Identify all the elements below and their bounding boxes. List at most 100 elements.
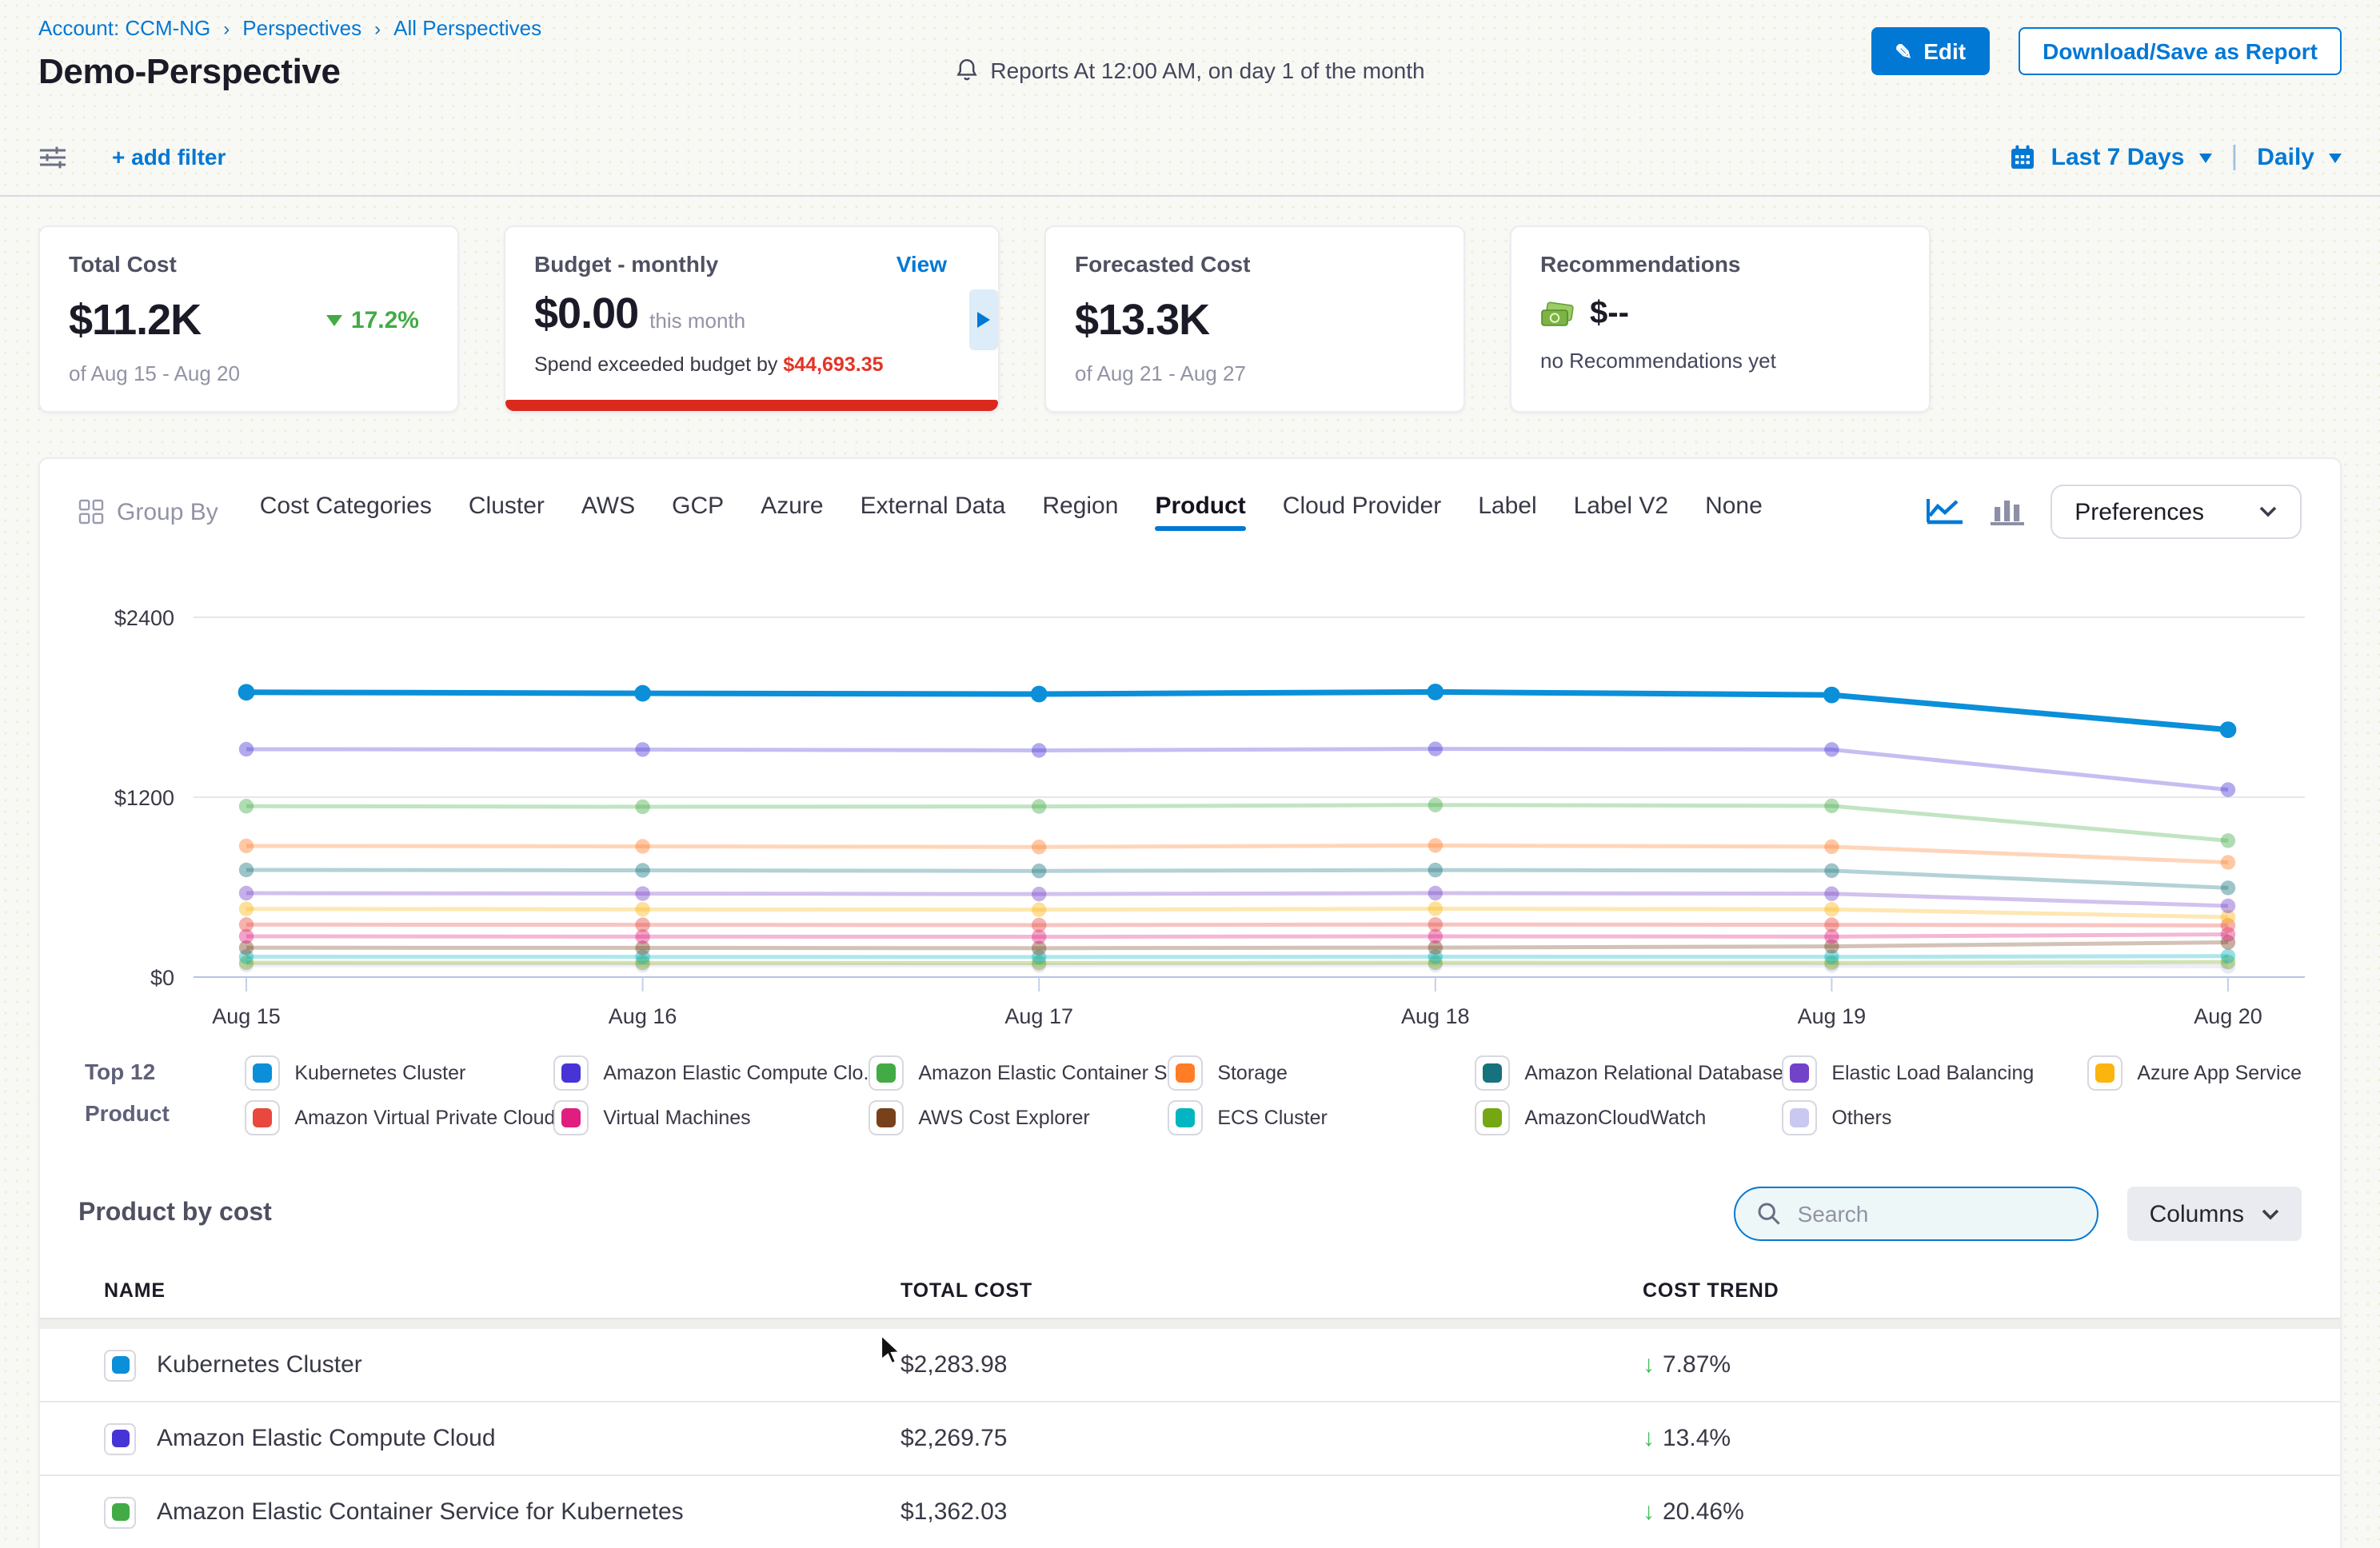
tab-none[interactable]: None [1705, 493, 1763, 531]
legend-item[interactable]: Amazon Elastic Container Se... [869, 1051, 1168, 1094]
legend-item[interactable]: AmazonCloudWatch [1475, 1095, 1782, 1139]
data-point[interactable] [2221, 899, 2235, 913]
data-point[interactable] [1032, 918, 1046, 932]
data-point[interactable] [1428, 886, 1443, 900]
data-point[interactable] [1823, 687, 1840, 704]
column-header-total-cost[interactable]: TOTAL COST [900, 1279, 1643, 1302]
breadcrumb-account-link[interactable]: Account: CCM-NG [38, 16, 210, 40]
data-point[interactable] [635, 917, 649, 932]
data-point[interactable] [1428, 863, 1443, 877]
column-header-cost-trend[interactable]: COST TREND [1643, 1279, 2340, 1302]
legend-item[interactable]: AWS Cost Explorer [869, 1095, 1168, 1139]
data-point[interactable] [635, 742, 649, 756]
data-point[interactable] [2221, 855, 2235, 869]
data-point[interactable] [239, 799, 254, 813]
data-point[interactable] [1032, 887, 1046, 901]
legend-item[interactable]: Virtual Machines [553, 1095, 869, 1139]
data-point[interactable] [635, 839, 649, 853]
legend-item[interactable]: Others [1782, 1095, 2087, 1139]
series-line[interactable] [246, 749, 2228, 790]
data-point[interactable] [1428, 917, 1443, 932]
data-point[interactable] [635, 902, 649, 916]
tab-gcp[interactable]: GCP [672, 493, 724, 531]
table-row[interactable]: Amazon Elastic Container Service for Kub… [40, 1476, 2340, 1548]
data-point[interactable] [1824, 799, 1839, 813]
series-line[interactable] [246, 965, 2228, 967]
data-point[interactable] [1824, 887, 1839, 901]
table-row[interactable]: Amazon Elastic Compute Cloud$2,269.75↓13… [40, 1402, 2340, 1476]
chevron-down-icon[interactable] [2329, 154, 2342, 163]
data-point[interactable] [1032, 902, 1046, 916]
series-line[interactable] [246, 692, 2228, 729]
legend-item[interactable]: ECS Cluster [1168, 1095, 1475, 1139]
line-chart-toggle[interactable] [1926, 497, 1964, 527]
data-point[interactable] [239, 901, 254, 916]
series-line[interactable] [246, 924, 2228, 925]
data-point[interactable] [1032, 799, 1046, 813]
tab-external-data[interactable]: External Data [861, 493, 1006, 531]
tab-region[interactable]: Region [1042, 493, 1118, 531]
cost-trend-chart[interactable]: $2400$1200$0Aug 15Aug 16Aug 17Aug 18Aug … [40, 580, 2342, 1047]
data-point[interactable] [2221, 833, 2235, 848]
legend-item[interactable]: Amazon Elastic Compute Clo... [553, 1051, 869, 1094]
data-point[interactable] [1427, 684, 1444, 700]
table-row[interactable]: Kubernetes Cluster$2,283.98↓7.87% [40, 1329, 2340, 1402]
granularity-selector[interactable]: Daily [2257, 143, 2314, 170]
series-line[interactable] [246, 956, 2228, 957]
legend-item[interactable]: Storage [1168, 1051, 1475, 1094]
data-point[interactable] [635, 800, 649, 814]
data-point[interactable] [1032, 840, 1046, 854]
data-point[interactable] [635, 863, 649, 877]
series-line[interactable] [246, 805, 2228, 841]
tab-cloud-provider[interactable]: Cloud Provider [1283, 493, 1441, 531]
preferences-dropdown[interactable]: Preferences [2051, 485, 2302, 539]
chevron-down-icon[interactable] [2198, 154, 2211, 163]
bar-chart-toggle[interactable] [1990, 497, 2025, 527]
data-point[interactable] [1428, 798, 1443, 812]
data-point[interactable] [239, 839, 254, 853]
legend-item[interactable]: Kubernetes Cluster [245, 1051, 553, 1094]
edit-button[interactable]: ✎ Edit [1871, 27, 1990, 75]
data-point[interactable] [238, 684, 255, 700]
download-save-report-button[interactable]: Download/Save as Report [2019, 27, 2342, 75]
data-point[interactable] [1428, 838, 1443, 852]
time-range-selector[interactable]: Last 7 Days [2051, 143, 2185, 170]
legend-item[interactable]: Amazon Relational Database ... [1475, 1051, 1782, 1094]
breadcrumb-all-perspectives-link[interactable]: All Perspectives [393, 16, 541, 40]
data-point[interactable] [1824, 742, 1839, 756]
legend-item[interactable]: Azure App Service [2087, 1051, 2302, 1094]
data-point[interactable] [1824, 902, 1839, 916]
series-line[interactable] [246, 870, 2228, 888]
data-point[interactable] [634, 685, 651, 702]
legend-item[interactable]: Elastic Load Balancing [1782, 1051, 2087, 1094]
data-point[interactable] [2221, 782, 2235, 796]
tab-cost-categories[interactable]: Cost Categories [260, 493, 432, 531]
legend-item[interactable]: Amazon Virtual Private Cloud [245, 1095, 553, 1139]
data-point[interactable] [239, 917, 254, 932]
column-header-name[interactable]: NAME [104, 1279, 900, 1302]
tab-label-v2[interactable]: Label V2 [1574, 493, 1668, 531]
add-filter-button[interactable]: + add filter [112, 144, 226, 170]
data-point[interactable] [2221, 880, 2235, 895]
data-point[interactable] [1824, 917, 1839, 932]
series-line[interactable] [246, 935, 2228, 937]
data-point[interactable] [1428, 901, 1443, 916]
series-line[interactable] [246, 845, 2228, 862]
filter-sliders-icon[interactable] [38, 143, 67, 170]
tab-label[interactable]: Label [1478, 493, 1536, 531]
data-point[interactable] [1824, 864, 1839, 878]
data-point[interactable] [239, 886, 254, 900]
tab-azure[interactable]: Azure [761, 493, 823, 531]
data-point[interactable] [1428, 741, 1443, 756]
series-line[interactable] [246, 962, 2228, 963]
data-point[interactable] [635, 886, 649, 900]
columns-dropdown[interactable]: Columns [2127, 1187, 2302, 1241]
budget-expand-button[interactable] [969, 289, 998, 349]
series-line[interactable] [246, 943, 2228, 948]
series-line[interactable] [246, 909, 2228, 918]
data-point[interactable] [2221, 949, 2235, 964]
tab-product[interactable]: Product [1155, 493, 1245, 531]
data-point[interactable] [1032, 743, 1046, 757]
data-point[interactable] [1032, 864, 1046, 878]
breadcrumb-perspectives-link[interactable]: Perspectives [242, 16, 361, 40]
